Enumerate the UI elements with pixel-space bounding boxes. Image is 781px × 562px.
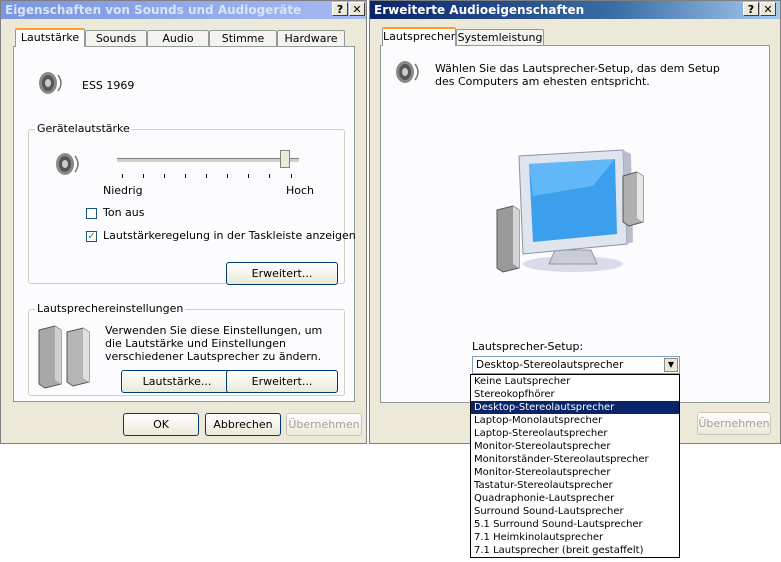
- dropdown-option[interactable]: Laptop-Stereolautsprecher: [471, 427, 679, 440]
- right-apply-button[interactable]: Übernehmen: [697, 412, 771, 435]
- left-title-bar[interactable]: Eigenschaften von Sounds und Audiogeräte: [1, 1, 366, 19]
- dropdown-option[interactable]: Surround Sound-Lautsprecher: [471, 505, 679, 518]
- volume-slider-track[interactable]: [117, 158, 299, 163]
- mute-checkbox[interactable]: [86, 208, 97, 219]
- tab-audio[interactable]: Audio: [147, 30, 209, 46]
- device-name: ESS 1969: [82, 79, 135, 92]
- slider-tick: [164, 174, 165, 178]
- slider-tick: [143, 174, 144, 178]
- slider-high-label: Hoch: [286, 184, 315, 197]
- left-tab-panel: ESS 1969 Gerätelautstärke Niedrig Hoch T…: [13, 46, 356, 402]
- dropdown-option[interactable]: Laptop-Monolautsprecher: [471, 414, 679, 427]
- tab-lautsprecher[interactable]: Lautsprecher: [382, 27, 456, 46]
- left-tab-row: Lautstärke Sounds Audio Stimme Hardware: [13, 28, 353, 47]
- speaker-advanced-button[interactable]: Erweitert...: [226, 370, 338, 393]
- dropdown-option[interactable]: Desktop-Stereolautsprecher: [471, 401, 679, 414]
- slider-tick: [269, 174, 270, 178]
- speaker-setup-value: Desktop-Stereolautsprecher: [476, 359, 624, 371]
- volume-slider-thumb[interactable]: [280, 150, 291, 168]
- device-volume-group: Gerätelautstärke Niedrig Hoch Ton aus ✓ …: [28, 122, 356, 285]
- tab-stimme[interactable]: Stimme: [209, 30, 277, 46]
- slider-tick: [122, 174, 123, 178]
- volume-button[interactable]: Lautstärke...: [121, 370, 233, 393]
- speaker-icon: [393, 58, 423, 89]
- right-help-button[interactable]: ?: [743, 2, 759, 16]
- speaker-settings-title: Lautsprechereinstellungen: [35, 302, 186, 315]
- cancel-button[interactable]: Abbrechen: [205, 413, 281, 436]
- left-close-button[interactable]: ✕: [349, 2, 365, 16]
- speakers-icon: [35, 324, 95, 393]
- dropdown-option[interactable]: Monitor-Stereolautsprecher: [471, 440, 679, 453]
- slider-tick: [227, 174, 228, 178]
- dropdown-option[interactable]: 7.1 Heimkinolautsprecher: [471, 531, 679, 544]
- right-tab-panel: Wählen Sie das Lautsprecher-Setup, das d…: [380, 45, 770, 403]
- dropdown-option[interactable]: Stereokopfhörer: [471, 388, 679, 401]
- dropdown-option[interactable]: 5.1 Surround Sound-Lautsprecher: [471, 518, 679, 531]
- volume-speaker-icon: [53, 150, 83, 181]
- slider-tick: [206, 174, 207, 178]
- dropdown-option[interactable]: Monitorständer-Stereolautsprecher: [471, 453, 679, 466]
- taskbar-checkbox[interactable]: ✓: [86, 231, 97, 242]
- slider-tick: [185, 174, 186, 178]
- setup-description: Wählen Sie das Lautsprecher-Setup, das d…: [435, 62, 720, 88]
- apply-button[interactable]: Übernehmen: [286, 413, 362, 436]
- tab-systemleistung[interactable]: Systemleistung: [456, 29, 544, 45]
- dropdown-option[interactable]: Keine Lautsprecher: [471, 375, 679, 388]
- speaker-icon: [36, 69, 66, 100]
- device-volume-title: Gerätelautstärke: [35, 122, 132, 135]
- desktop-speakers-illustration: [493, 146, 653, 289]
- tab-sounds[interactable]: Sounds: [85, 30, 147, 46]
- speaker-description: Verwenden Sie diese Einstellungen, um di…: [105, 324, 323, 363]
- dropdown-option[interactable]: Tastatur-Stereolautsprecher: [471, 479, 679, 492]
- mute-label: Ton aus: [103, 206, 145, 219]
- slider-low-label: Niedrig: [103, 184, 143, 197]
- right-window-title: Erweiterte Audioeigenschaften: [374, 3, 585, 17]
- speaker-setup-select[interactable]: Desktop-Stereolautsprecher ▼: [472, 356, 680, 374]
- dropdown-option[interactable]: 7.1 Lautsprecher (breit gestaffelt): [471, 544, 679, 557]
- slider-tick: [248, 174, 249, 178]
- tab-hardware[interactable]: Hardware: [277, 30, 345, 46]
- dropdown-option[interactable]: Quadraphonie-Lautsprecher: [471, 492, 679, 505]
- sound-properties-window: Eigenschaften von Sounds und Audiogeräte…: [0, 0, 367, 444]
- chevron-down-icon[interactable]: ▼: [664, 358, 678, 372]
- left-help-button[interactable]: ?: [332, 2, 348, 16]
- slider-tick: [291, 174, 292, 178]
- dropdown-option[interactable]: Monitor-Stereolautsprecher: [471, 466, 679, 479]
- right-tab-row: Lautsprecher Systemleistung: [380, 27, 580, 46]
- speaker-setup-dropdown[interactable]: Keine Lautsprecher Stereokopfhörer Desktop…: [470, 374, 680, 558]
- ok-button[interactable]: OK: [123, 413, 199, 436]
- right-close-button[interactable]: ✕: [760, 2, 776, 16]
- setup-label: Lautsprecher-Setup:: [472, 340, 584, 353]
- left-window-title: Eigenschaften von Sounds und Audiogeräte: [5, 3, 302, 17]
- taskbar-label: Lautstärkeregelung in der Taskleiste anz…: [103, 229, 356, 242]
- right-title-bar[interactable]: Erweiterte Audioeigenschaften: [370, 1, 780, 19]
- speaker-settings-group: Lautsprechereinstellungen Verwenden Sie …: [28, 302, 345, 396]
- advanced-button[interactable]: Erweitert...: [226, 262, 338, 285]
- tab-lautstaerke[interactable]: Lautstärke: [15, 28, 85, 47]
